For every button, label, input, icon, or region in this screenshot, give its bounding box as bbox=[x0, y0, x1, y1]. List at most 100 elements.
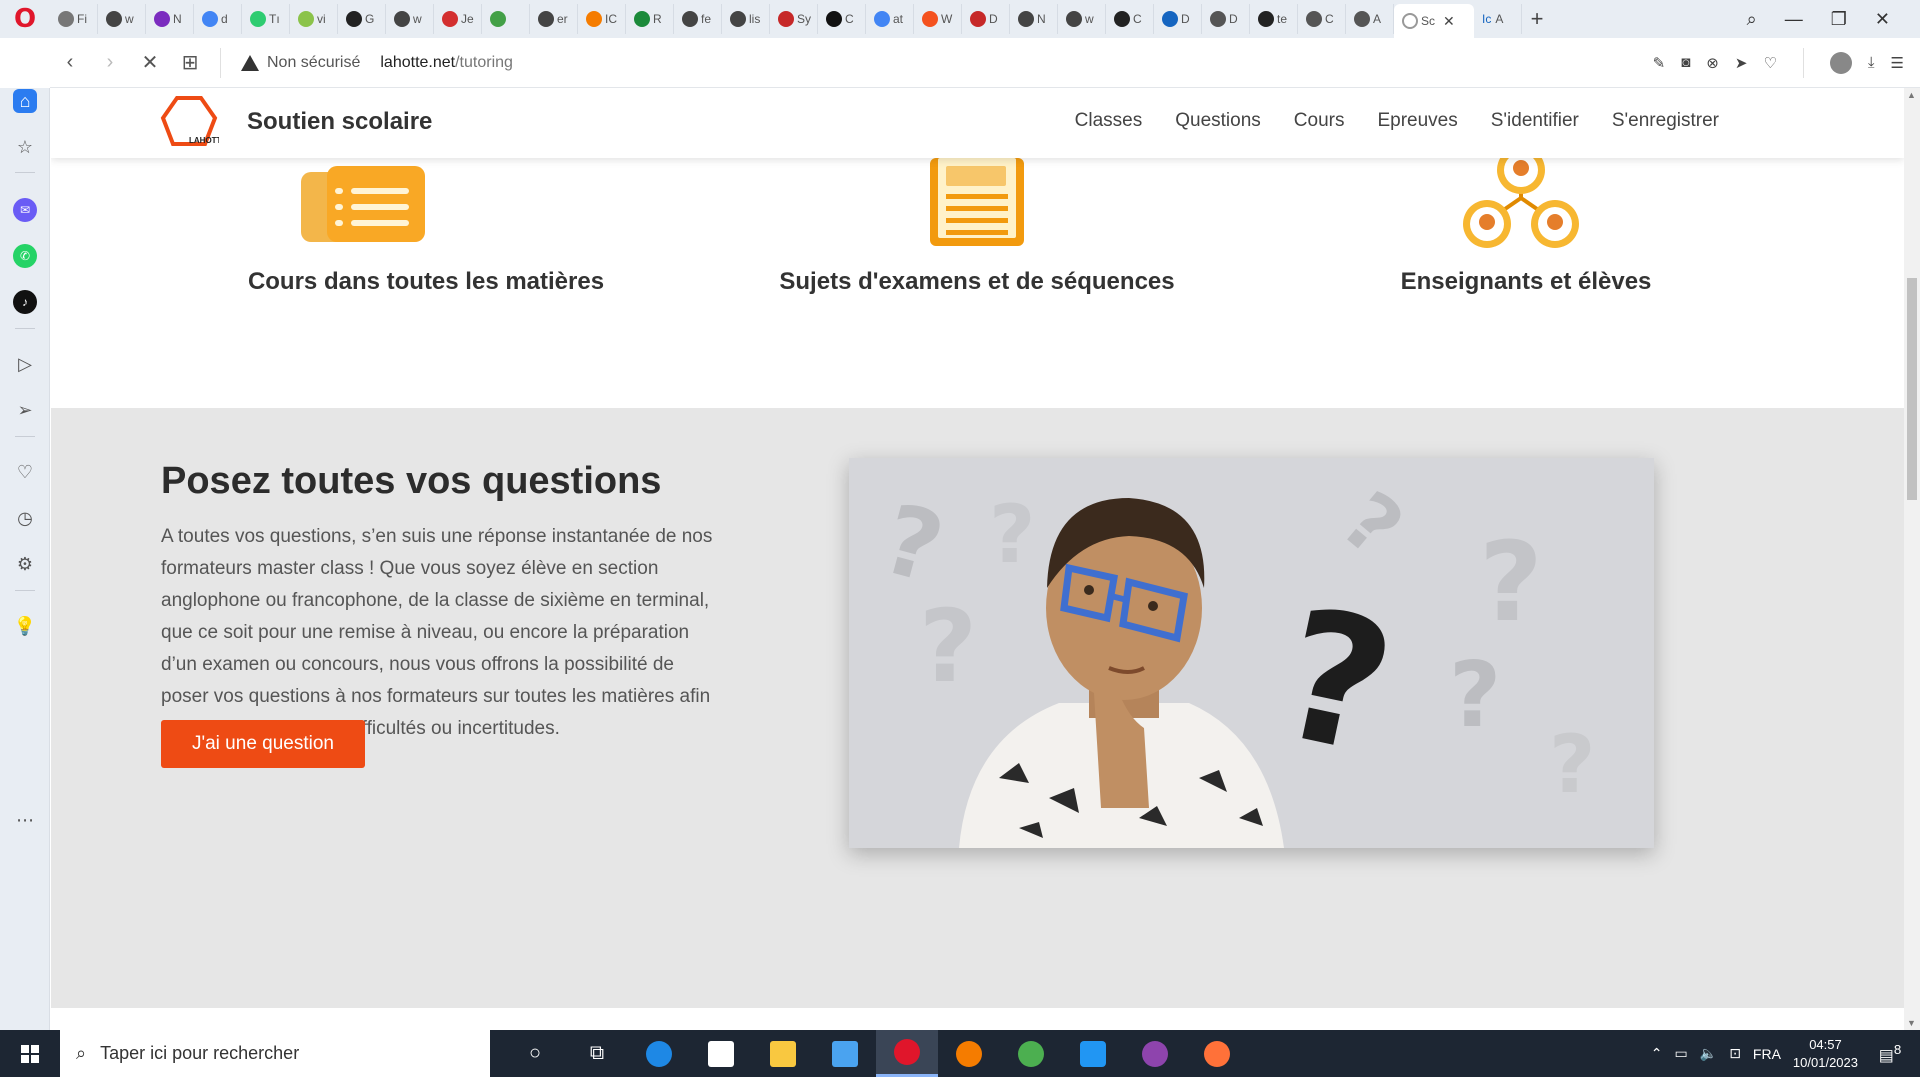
tab-favicon-icon bbox=[874, 11, 890, 27]
browser-tab[interactable]: er bbox=[530, 4, 578, 34]
nav-link-sidentifier[interactable]: S'identifier bbox=[1491, 110, 1579, 132]
clock[interactable]: 04:57 10/01/2023 bbox=[1793, 1036, 1858, 1072]
cortana-icon[interactable]: ○ bbox=[504, 1030, 566, 1077]
tab-favicon-icon bbox=[1066, 11, 1082, 27]
notifications-icon[interactable]: ▤8 bbox=[1870, 1042, 1910, 1065]
browser-tab[interactable] bbox=[482, 4, 530, 34]
favorites-heart-icon[interactable]: ♡ bbox=[13, 460, 37, 484]
browser-tab[interactable]: IC bbox=[578, 4, 626, 34]
site-name[interactable]: Soutien scolaire bbox=[247, 108, 432, 136]
url-field[interactable]: lahotte.net/tutoring bbox=[380, 54, 513, 72]
tiktok-icon[interactable]: ♪ bbox=[13, 290, 37, 314]
file-explorer-icon[interactable] bbox=[752, 1030, 814, 1077]
browser-tab[interactable]: te bbox=[1250, 4, 1298, 34]
browser-tab[interactable]: N bbox=[146, 4, 194, 34]
send-icon[interactable]: ➤ bbox=[1735, 54, 1748, 72]
restore-button[interactable]: ❐ bbox=[1831, 9, 1847, 30]
language-indicator[interactable]: FRA bbox=[1753, 1046, 1781, 1062]
bookmarks-star-icon[interactable]: ☆ bbox=[13, 135, 37, 159]
browser-tab[interactable]: Ic A bbox=[1474, 4, 1522, 34]
browser-tab[interactable]: D bbox=[1202, 4, 1250, 34]
nav-link-senregistrer[interactable]: S'enregistrer bbox=[1612, 110, 1719, 132]
new-tab-button[interactable]: + bbox=[1522, 6, 1552, 32]
forward-button[interactable]: › bbox=[90, 51, 130, 74]
mail-icon[interactable] bbox=[814, 1030, 876, 1077]
profile-avatar-icon[interactable] bbox=[1829, 51, 1852, 74]
nav-link-classes[interactable]: Classes bbox=[1075, 110, 1143, 132]
browser-tab[interactable]: W bbox=[914, 4, 962, 34]
site-logo-icon[interactable]: LAHOTTE bbox=[159, 94, 219, 152]
minimize-button[interactable]: — bbox=[1785, 9, 1803, 30]
browser-tab[interactable]: lis bbox=[722, 4, 770, 34]
page-scrollbar[interactable]: ▲ ▼ bbox=[1904, 88, 1920, 1030]
browser-tab[interactable]: Sy bbox=[770, 4, 818, 34]
tips-lightbulb-icon[interactable]: 💡 bbox=[13, 614, 37, 638]
tray-expand-icon[interactable]: ⌃ bbox=[1651, 1045, 1663, 1062]
browser-tab[interactable]: d bbox=[194, 4, 242, 34]
tab-search-icon[interactable]: ⌕ bbox=[1747, 9, 1757, 30]
opera-taskbar-icon[interactable] bbox=[876, 1030, 938, 1077]
easy-setup-icon[interactable]: ☰ bbox=[1891, 54, 1904, 72]
scroll-up-icon[interactable]: ▲ bbox=[1907, 90, 1916, 100]
camera-icon[interactable]: ◙ bbox=[1681, 54, 1690, 71]
ask-question-button[interactable]: J'ai une question bbox=[161, 720, 365, 768]
close-tab-icon[interactable]: ✕ bbox=[1443, 13, 1455, 30]
opera-logo-icon[interactable]: O bbox=[0, 0, 50, 38]
browser-tab[interactable]: D bbox=[962, 4, 1010, 34]
task-view-icon[interactable]: ⧉ bbox=[566, 1030, 628, 1077]
heart-icon[interactable]: ♡ bbox=[1763, 54, 1776, 72]
messenger-icon[interactable]: ✉ bbox=[13, 198, 37, 222]
browser-tab[interactable]: w bbox=[1058, 4, 1106, 34]
nav-link-epreuves[interactable]: Epreuves bbox=[1377, 110, 1457, 132]
store-icon[interactable] bbox=[690, 1030, 752, 1077]
browser-tab[interactable]: N bbox=[1010, 4, 1058, 34]
player-icon[interactable]: ▷ bbox=[13, 352, 37, 376]
browser-tab[interactable]: A bbox=[1346, 4, 1394, 34]
tab-grid-icon[interactable]: ⊞ bbox=[170, 50, 210, 75]
browser-tab[interactable]: Tı bbox=[242, 4, 290, 34]
adblock-icon[interactable]: ⊗ bbox=[1706, 54, 1719, 72]
browser-tab[interactable]: vi bbox=[290, 4, 338, 34]
scrollbar-thumb[interactable] bbox=[1907, 278, 1917, 500]
browser-tab[interactable]: at bbox=[866, 4, 914, 34]
stop-loading-button[interactable]: ✕ bbox=[130, 50, 170, 75]
browser-tab[interactable]: G bbox=[338, 4, 386, 34]
browser-tab[interactable]: fe bbox=[674, 4, 722, 34]
github-desktop-icon[interactable] bbox=[1124, 1030, 1186, 1077]
home-icon[interactable]: ⌂ bbox=[13, 89, 37, 113]
battery-icon[interactable]: ▭ bbox=[1675, 1045, 1688, 1062]
browser-tab[interactable]: D bbox=[1154, 4, 1202, 34]
settings-gear-icon[interactable]: ⚙ bbox=[13, 552, 37, 576]
browser-tab[interactable]: Je bbox=[434, 4, 482, 34]
close-window-button[interactable]: ✕ bbox=[1875, 9, 1890, 30]
browser-tab[interactable]: C bbox=[1298, 4, 1346, 34]
history-clock-icon[interactable]: ◷ bbox=[13, 506, 37, 530]
browser-tab[interactable]: Fi bbox=[50, 4, 98, 34]
volume-icon[interactable]: 🔈 bbox=[1700, 1045, 1717, 1062]
browser-tab[interactable]: w bbox=[386, 4, 434, 34]
browser-tab[interactable]: R bbox=[626, 4, 674, 34]
taskbar-search[interactable]: ⌕ Taper ici pour rechercher bbox=[60, 1030, 490, 1077]
back-button[interactable]: ‹ bbox=[50, 51, 90, 74]
nav-link-questions[interactable]: Questions bbox=[1175, 110, 1261, 132]
scroll-down-icon[interactable]: ▼ bbox=[1907, 1018, 1916, 1028]
edge-icon[interactable] bbox=[628, 1030, 690, 1077]
utorrent-icon[interactable] bbox=[1000, 1030, 1062, 1077]
network-icon[interactable]: ⊡ bbox=[1729, 1045, 1741, 1062]
more-options-icon[interactable]: ⋯ bbox=[13, 808, 37, 832]
flow-send-icon[interactable]: ➢ bbox=[13, 398, 37, 422]
firefox-icon[interactable] bbox=[1186, 1030, 1248, 1077]
whatsapp-icon[interactable]: ✆ bbox=[13, 244, 37, 268]
download-icon[interactable]: ⤓ bbox=[1868, 54, 1875, 71]
browser-tab[interactable]: w bbox=[98, 4, 146, 34]
tab-favicon-icon bbox=[250, 11, 266, 27]
start-button[interactable] bbox=[0, 1030, 60, 1077]
browser-tab[interactable]: C bbox=[1106, 4, 1154, 34]
edit-icon[interactable]: ✎ bbox=[1653, 54, 1666, 72]
nav-link-cours[interactable]: Cours bbox=[1294, 110, 1345, 132]
browser-tab[interactable]: C bbox=[818, 4, 866, 34]
vscode-icon[interactable] bbox=[1062, 1030, 1124, 1077]
vlc-icon[interactable] bbox=[938, 1030, 1000, 1077]
security-indicator[interactable]: Non sécurisé bbox=[241, 54, 360, 72]
active-browser-tab[interactable]: Sc ✕ bbox=[1394, 4, 1474, 38]
